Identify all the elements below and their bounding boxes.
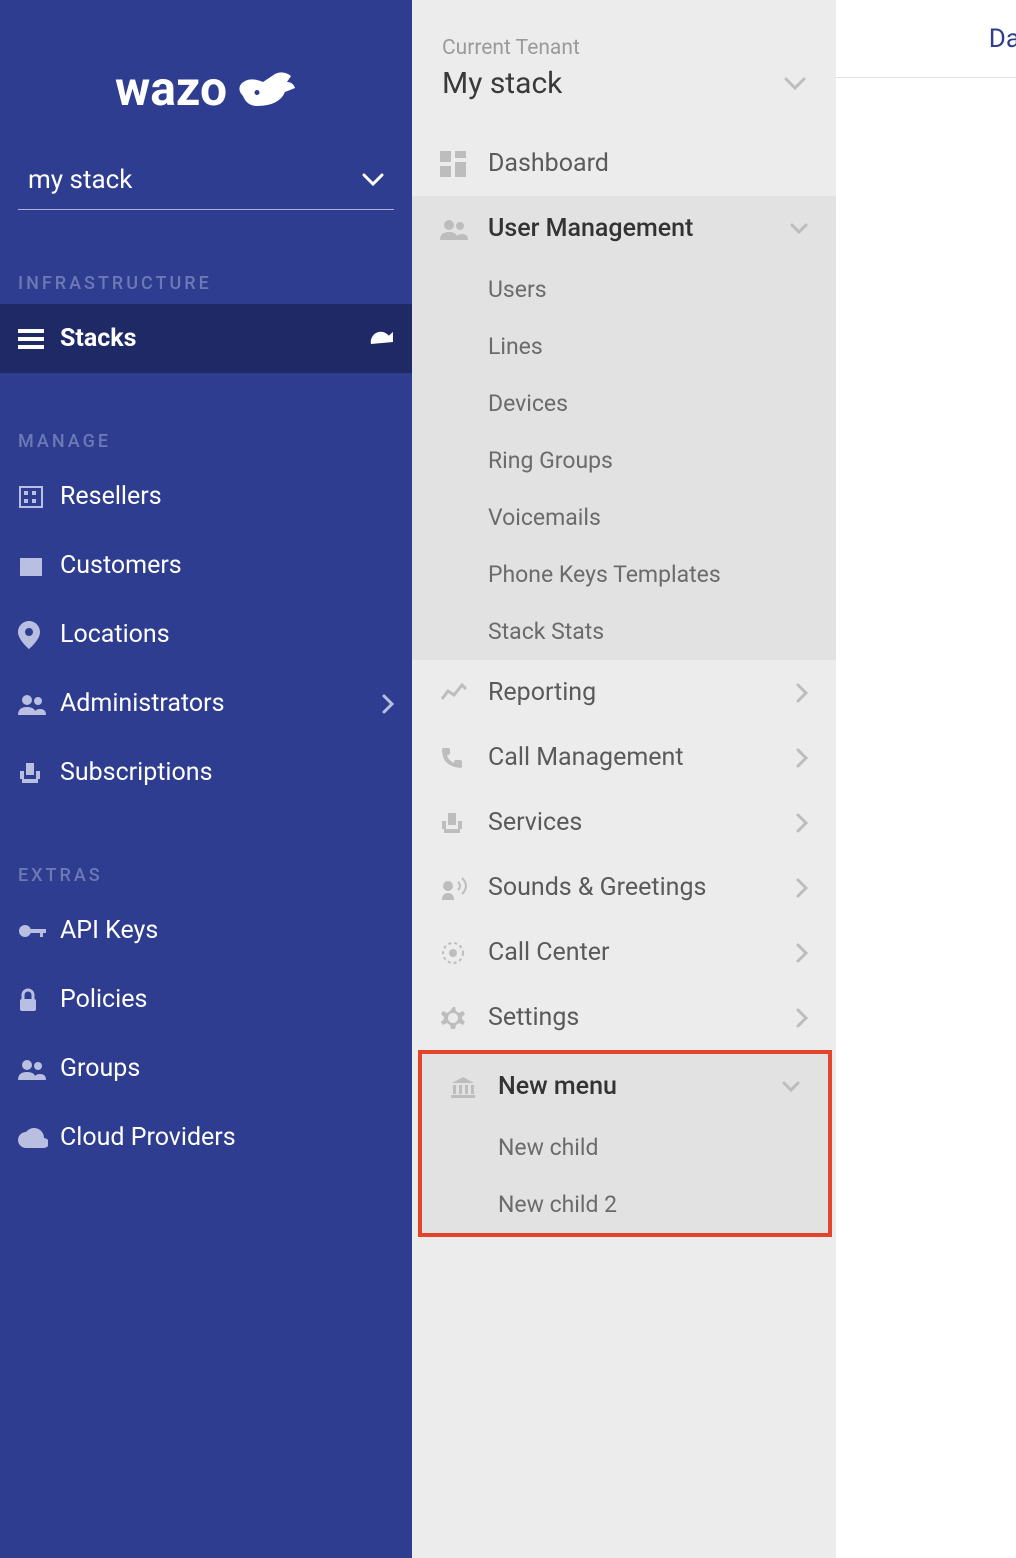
key-icon [18,923,60,939]
chevron-right-icon [796,878,808,898]
lock-icon [18,987,60,1013]
nav-voicemails[interactable]: Voicemails [412,489,836,546]
bird-icon [235,66,297,112]
section-manage: MANAGE [0,413,412,462]
nav-settings[interactable]: Settings [412,985,836,1050]
building-icon [18,485,60,509]
nav-users[interactable]: Users [412,261,836,318]
sidebar-item-label: Groups [60,1054,140,1083]
brand-name: wazo [115,60,227,117]
chart-icon [440,683,488,703]
section-infrastructure: INFRASTRUCTURE [0,255,412,304]
nav-lines[interactable]: Lines [412,318,836,375]
sidebar-item-groups[interactable]: Groups [0,1034,412,1103]
group-icon [18,1058,60,1080]
nav-sounds-greetings[interactable]: Sounds & Greetings [412,855,836,920]
chevron-down-icon [782,1081,800,1093]
sidebar-item-resellers[interactable]: Resellers [0,462,412,531]
nav-services[interactable]: Services [412,790,836,855]
sidebar-item-label: Locations [60,620,170,649]
refresh-icon [368,330,394,348]
nav-label: New menu [498,1072,617,1101]
sidebar-item-administrators[interactable]: Administrators [0,669,412,738]
users-icon [440,218,488,240]
dashboard-icon [440,151,488,177]
nav-user-management-children: Users Lines Devices Ring Groups Voicemai… [412,261,836,660]
nav-label: Reporting [488,678,596,707]
nav-ring-groups[interactable]: Ring Groups [412,432,836,489]
seat-icon [440,811,488,835]
tenant-label: Current Tenant [442,36,806,60]
nav-stack-stats[interactable]: Stack Stats [412,603,836,660]
nav-user-management[interactable]: User Management [412,196,836,261]
nav-label: Services [488,808,582,837]
sidebar-item-cloud-providers[interactable]: Cloud Providers [0,1103,412,1172]
breadcrumb-fragment[interactable]: Da [989,24,1016,54]
breadcrumb-bar: Da [836,0,1016,78]
chevron-right-icon [796,683,808,703]
nav-label: Call Management [488,743,684,772]
nav-label: Call Center [488,938,609,967]
sidebar-item-label: Stacks [60,324,136,353]
chevron-down-icon [362,173,384,187]
sound-icon [440,876,488,900]
nav-phone-keys-templates[interactable]: Phone Keys Templates [412,546,836,603]
nav-new-menu-children: New child New child 2 [422,1119,828,1233]
primary-sidebar: wazo my stack INFRASTRUCTURE Stacks MANA… [0,0,412,1558]
chevron-right-icon [382,694,394,714]
nav-dashboard[interactable]: Dashboard [412,131,836,196]
chevron-right-icon [796,943,808,963]
nav-label: Settings [488,1003,579,1032]
sidebar-item-label: Administrators [60,689,225,718]
sidebar-item-locations[interactable]: Locations [0,600,412,669]
sidebar-item-label: Customers [60,551,182,580]
nav-label: Dashboard [488,149,609,178]
sidebar-item-customers[interactable]: Customers [0,531,412,600]
sidebar-item-label: API Keys [60,916,158,945]
tenant-selector[interactable]: Current Tenant My stack [412,0,836,131]
nav-call-center[interactable]: Call Center [412,920,836,985]
section-extras: EXTRAS [0,847,412,896]
stack-selector-value: my stack [28,165,132,195]
sidebar-item-api-keys[interactable]: API Keys [0,896,412,965]
nav-devices[interactable]: Devices [412,375,836,432]
gear-icon [440,1005,488,1031]
sidebar-item-label: Cloud Providers [60,1123,236,1152]
sidebar-item-label: Resellers [60,482,162,511]
nav-reporting[interactable]: Reporting [412,660,836,725]
sidebar-item-label: Policies [60,985,147,1014]
nav-label: User Management [488,214,693,243]
phone-icon [440,746,488,770]
chevron-down-icon [790,223,808,235]
users-icon [18,693,60,715]
nav-call-management[interactable]: Call Management [412,725,836,790]
sidebar-item-subscriptions[interactable]: Subscriptions [0,738,412,807]
highlighted-new-menu: New menu New child New child 2 [418,1050,832,1237]
chevron-right-icon [796,748,808,768]
chevron-down-icon [784,77,806,91]
cloud-icon [18,1128,60,1148]
secondary-sidebar: Current Tenant My stack Dashboard User M… [412,0,836,1558]
nav-new-child-2[interactable]: New child 2 [422,1176,828,1233]
target-icon [440,940,488,966]
sidebar-item-label: Subscriptions [60,758,212,787]
seat-icon [18,761,60,785]
list-icon [18,329,60,349]
brand-logo: wazo [0,0,412,157]
bank-icon [450,1075,498,1099]
pin-icon [18,621,60,649]
nav-new-child[interactable]: New child [422,1119,828,1176]
sidebar-item-policies[interactable]: Policies [0,965,412,1034]
chevron-right-icon [796,813,808,833]
sidebar-item-stacks[interactable]: Stacks [0,304,412,373]
stack-selector[interactable]: my stack [18,157,394,210]
content-area: Da [836,0,1016,1558]
nav-new-menu[interactable]: New menu [422,1054,828,1119]
chevron-right-icon [796,1008,808,1028]
tenant-value: My stack [442,66,562,101]
store-icon [18,554,60,578]
nav-label: Sounds & Greetings [488,873,706,902]
